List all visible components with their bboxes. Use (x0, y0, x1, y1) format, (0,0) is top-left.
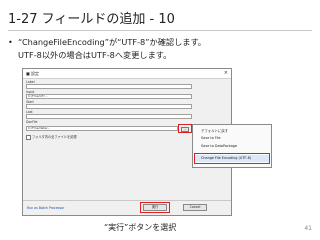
highlight-run-button (140, 202, 170, 213)
batch-link[interactable]: Run as Batch Processor (27, 206, 64, 210)
checkbox-label: フォルダ内の全ファイルを処理 (32, 135, 77, 139)
title-divider (8, 30, 312, 31)
input-path-field[interactable]: C:/Fme/UT/... (26, 94, 192, 99)
caption-text: “実行”ボタンを選択 (104, 223, 177, 232)
context-menu: デフォルトに戻す Save to File Save to DataPackag… (192, 124, 272, 168)
instruction-text: • “ChangeFileEncoding”が“UTF-8”か確認します。 UTF… (8, 36, 312, 62)
slide-title: 1-27 フィールドの追加 - 10 (8, 12, 175, 27)
instruction-line-2: UTF-8以外の場合はUTF-8へ変更します。 (18, 50, 172, 60)
menu-item-save-file[interactable]: Save to File (201, 136, 221, 140)
dialog-titlebar: ■ 設定 × (23, 69, 231, 79)
field-input[interactable] (26, 84, 192, 89)
menu-item-reset[interactable]: デフォルトに戻す (201, 128, 228, 133)
highlight-more-button (178, 124, 192, 133)
bullet-marker: • (8, 37, 13, 47)
field-input[interactable] (26, 114, 192, 119)
close-icon[interactable]: × (224, 69, 228, 78)
instruction-line-1: “ChangeFileEncoding”が“UTF-8”か確認します。 (18, 37, 206, 47)
dialog-title: ■ 設定 (26, 71, 40, 76)
cancel-button[interactable]: Cancel (183, 204, 207, 211)
dialog-button-bar: Run as Batch Processor 実行 Cancel (23, 200, 231, 215)
page-number: 41 (304, 225, 312, 232)
process-all-checkbox[interactable]: フォルダ内の全ファイルを処理 (26, 134, 77, 140)
menu-item-save-package[interactable]: Save to DataPackage (201, 144, 237, 148)
highlight-encoding-item (194, 153, 270, 164)
file-path-field[interactable]: C:/Fme/data/... (26, 126, 178, 131)
checkbox-box[interactable] (26, 134, 31, 140)
field-label: DocFile (26, 120, 38, 124)
field-input[interactable] (26, 104, 192, 109)
